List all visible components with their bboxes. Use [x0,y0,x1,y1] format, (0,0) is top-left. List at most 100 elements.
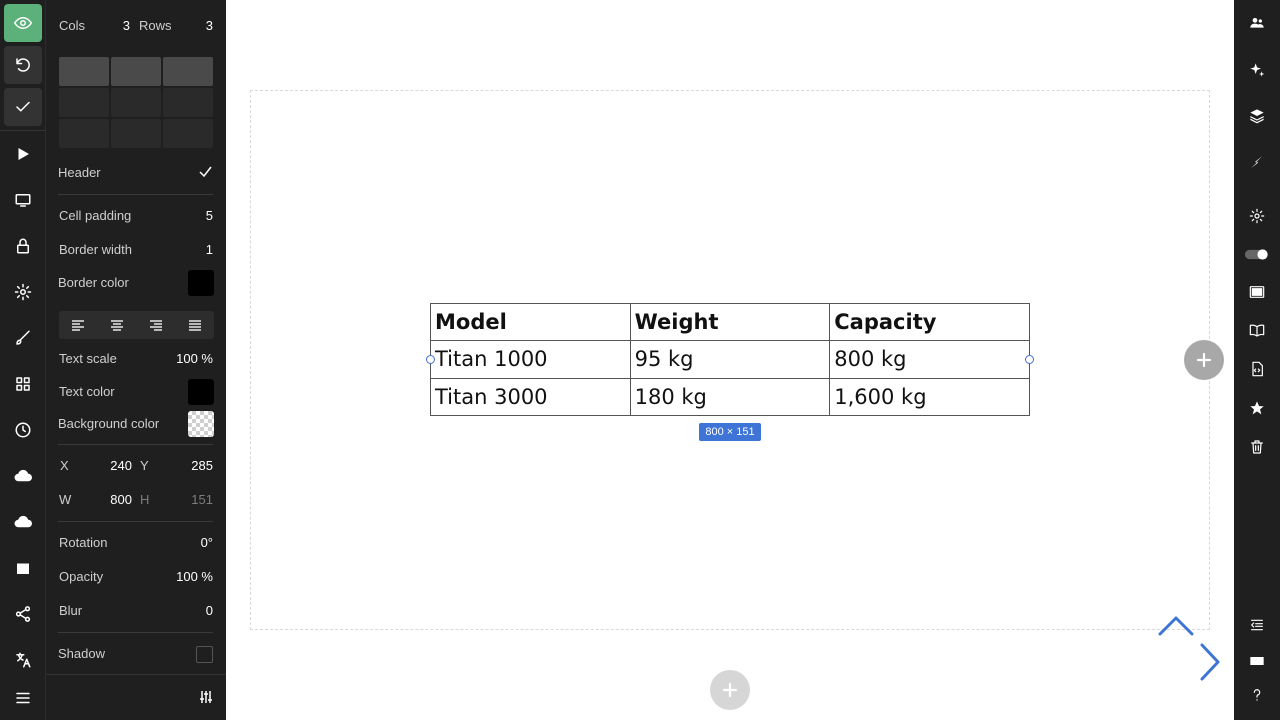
rotation-label: Rotation [59,535,108,550]
style-button[interactable] [4,319,42,357]
screen-button[interactable] [4,181,42,219]
display-icon [1249,286,1265,298]
navigate-right-button[interactable] [1198,643,1222,684]
table-header-cell[interactable]: Model [430,303,631,341]
download-button[interactable] [4,503,42,541]
export-code-button[interactable] [1245,357,1269,381]
text-color-swatch[interactable] [188,379,214,405]
align-right-icon [150,319,162,331]
lock-button[interactable] [4,227,42,265]
blur-input[interactable]: 0 [176,603,213,618]
resize-handle-right[interactable] [1025,355,1034,364]
navigate-up-button[interactable] [1158,614,1194,639]
align-right-button[interactable] [137,311,175,339]
border-color-swatch[interactable] [188,270,214,296]
table-cell[interactable]: Titan 1000 [430,340,631,379]
grid-cell[interactable] [111,119,161,148]
shadow-checkbox[interactable] [196,646,213,663]
rail-divider [0,130,46,131]
opacity-input[interactable]: 100 % [156,569,213,584]
monitor-icon [15,194,31,207]
ai-assist-button[interactable] [1245,58,1269,82]
upload-button[interactable] [4,457,42,495]
share-button[interactable] [4,595,42,633]
chevron-right-icon [1200,643,1220,681]
table-header-cell[interactable]: Capacity [829,303,1030,341]
sparkles-icon [1250,63,1265,77]
x-input[interactable]: 240 [96,458,132,473]
canvas[interactable]: Model Weight Capacity Titan 1000 95 kg 8… [226,0,1234,720]
background-color-swatch[interactable] [188,411,214,437]
add-slide-below-button[interactable] [710,670,750,710]
star-icon [1250,401,1264,415]
cols-input[interactable]: 3 [116,18,130,33]
cell-padding-input[interactable]: 5 [176,208,213,223]
history-button[interactable] [4,411,42,449]
rows-label: Rows [139,18,172,33]
brush-icon [16,330,30,345]
main-menu-button[interactable] [4,679,42,717]
table-cell[interactable]: 800 kg [829,340,1030,379]
layout-button[interactable] [4,365,42,403]
toggle-switch[interactable] [1243,242,1271,266]
outline-button[interactable] [1245,613,1269,637]
rows-input[interactable]: 3 [196,18,213,33]
collaborators-button[interactable] [1245,11,1269,35]
language-button[interactable] [4,641,42,679]
border-width-input[interactable]: 1 [176,242,213,257]
table-cell[interactable]: 1,600 kg [829,377,1030,416]
users-icon [1250,18,1264,28]
cols-label: Cols [59,18,86,33]
help-button[interactable] [1245,683,1269,707]
table-header-cell[interactable]: Weight [629,303,831,341]
text-scale-input[interactable]: 100 % [156,351,213,366]
grid-cell[interactable] [59,119,109,148]
animations-button[interactable] [1245,150,1269,174]
align-center-button[interactable] [98,311,136,339]
settings-button[interactable] [4,273,42,311]
share-icon [15,606,31,622]
sliders-icon[interactable] [199,690,213,704]
w-input[interactable]: 800 [96,492,132,507]
align-justify-button[interactable] [176,311,214,339]
resize-handle-left[interactable] [426,355,435,364]
grid-cell[interactable] [163,119,213,148]
grid-cell[interactable] [59,88,109,117]
align-justify-icon [189,319,201,331]
favorite-button[interactable] [1245,396,1269,420]
header-checkbox[interactable] [199,166,212,178]
display-button[interactable] [1245,280,1269,304]
w-label: W [59,492,72,507]
grid-cell[interactable] [111,57,161,86]
present-button[interactable] [4,135,42,173]
keyboard-shortcuts-button[interactable] [1245,649,1269,673]
table-element[interactable]: Model Weight Capacity Titan 1000 95 kg 8… [430,303,1030,416]
table-cell[interactable]: 180 kg [629,377,831,416]
grid-cell[interactable] [59,57,109,86]
plus-icon [1196,352,1212,368]
cloud-upload-icon [14,469,32,482]
undo-button[interactable] [4,46,42,84]
align-left-button[interactable] [59,311,97,339]
preview-button[interactable] [4,4,42,42]
delete-button[interactable] [1245,435,1269,459]
blur-label: Blur [59,603,83,618]
toggle-icon [1244,248,1268,260]
settings-button[interactable] [1245,204,1269,228]
apply-button[interactable] [4,88,42,126]
media-button[interactable] [4,549,42,587]
notes-button[interactable] [1245,318,1269,342]
y-input[interactable]: 285 [176,458,213,473]
cell-padding-label: Cell padding [59,208,132,223]
table-cell[interactable]: 95 kg [629,340,831,379]
grid-cell[interactable] [163,88,213,117]
layers-button[interactable] [1245,104,1269,128]
add-slide-right-button[interactable] [1184,340,1224,380]
grid-cell[interactable] [163,57,213,86]
grid-cell[interactable] [111,88,161,117]
gear-icon [1249,208,1265,224]
rotation-input[interactable]: 0° [166,535,213,550]
tool-rail [0,0,46,720]
check-icon [16,101,30,112]
table-cell[interactable]: Titan 3000 [430,377,631,416]
